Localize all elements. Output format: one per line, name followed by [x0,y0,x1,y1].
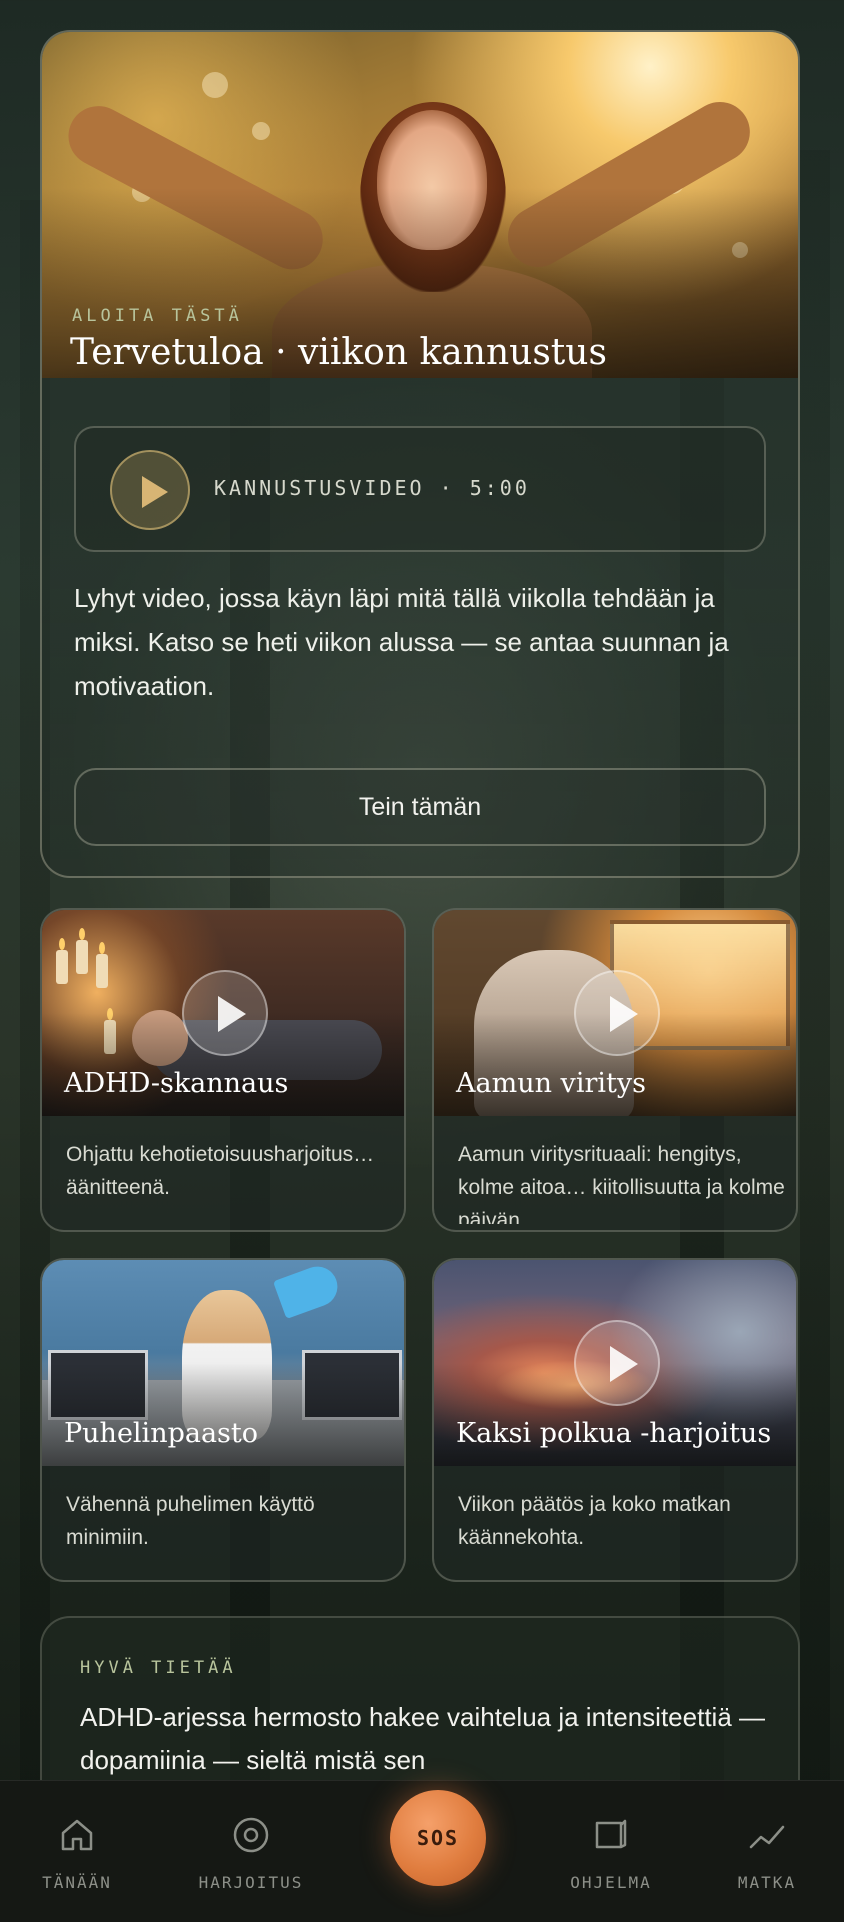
sos-button[interactable]: SOS [390,1790,486,1886]
content-scroll[interactable]: ALOITA TÄSTÄ Tervetuloa · viikon kannust… [0,0,844,1780]
done-button[interactable]: Tein tämän [74,768,766,846]
exercise-card-phone-fast[interactable]: Puhelinpaasto Vähennä puhelimen käyttö m… [40,1258,406,1582]
nav-label: HARJOITUS [198,1873,304,1892]
video-label: KANNUSTUSVIDEO · 5:00 [214,476,530,500]
exercise-title: Kaksi polkua -harjoitus [456,1418,772,1449]
target-icon [233,1817,269,1853]
welcome-card: ALOITA TÄSTÄ Tervetuloa · viikon kannust… [40,30,800,878]
nav-label: TÄNÄÄN [42,1873,112,1892]
play-icon[interactable] [182,970,268,1056]
nav-item-today[interactable]: TÄNÄÄN [2,1781,152,1922]
hero-description: Lyhyt video, jossa käyn läpi mitä tällä … [74,583,729,701]
nav-item-journey[interactable]: MATKA [692,1781,842,1922]
play-icon[interactable] [574,1320,660,1406]
book-icon [595,1819,627,1849]
exercise-description: Ohjattu kehotietoisuusharjoitus… äänitte… [66,1143,375,1199]
exercise-title: Aamun viritys [456,1068,646,1099]
nav-item-program[interactable]: OHJELMA [536,1781,686,1922]
hero-eyebrow: ALOITA TÄSTÄ [72,306,243,326]
exercise-card-two-paths[interactable]: Kaksi polkua -harjoitus Viikon päätös ja… [432,1258,798,1582]
good-to-know-card: HYVÄ TIETÄÄ ADHD-arjessa hermosto hakee … [40,1616,800,1780]
info-text: ADHD-arjessa hermosto hakee vaihtelua ja… [80,1702,766,1775]
exercise-description: Vähennä puhelimen käyttö minimiin. [66,1493,315,1549]
exercise-title: Puhelinpaasto [64,1418,259,1449]
info-eyebrow: HYVÄ TIETÄÄ [80,1658,237,1678]
video-player[interactable]: KANNUSTUSVIDEO · 5:00 [74,426,766,552]
exercise-title: ADHD-skannaus [64,1068,289,1099]
exercise-description: Aamun viritysrituaali: hengitys, kolme a… [458,1143,785,1224]
nav-label: MATKA [737,1873,797,1892]
exercise-card-adhd-scan[interactable]: ADHD-skannaus Ohjattu kehotietoisuusharj… [40,908,406,1232]
hero-image [42,32,798,378]
exercise-description: Viikon päätös ja koko matkan käännekohta… [458,1493,731,1549]
play-icon[interactable] [574,970,660,1056]
trend-icon [749,1825,785,1849]
nav-item-exercise[interactable]: HARJOITUS [176,1781,326,1922]
exercise-card-morning[interactable]: Aamun viritys Aamun viritysrituaali: hen… [432,908,798,1232]
hero-title: Tervetuloa · viikon kannustus [70,332,607,373]
play-icon[interactable] [110,450,190,530]
nav-label: OHJELMA [570,1873,652,1892]
home-icon [61,1819,93,1851]
